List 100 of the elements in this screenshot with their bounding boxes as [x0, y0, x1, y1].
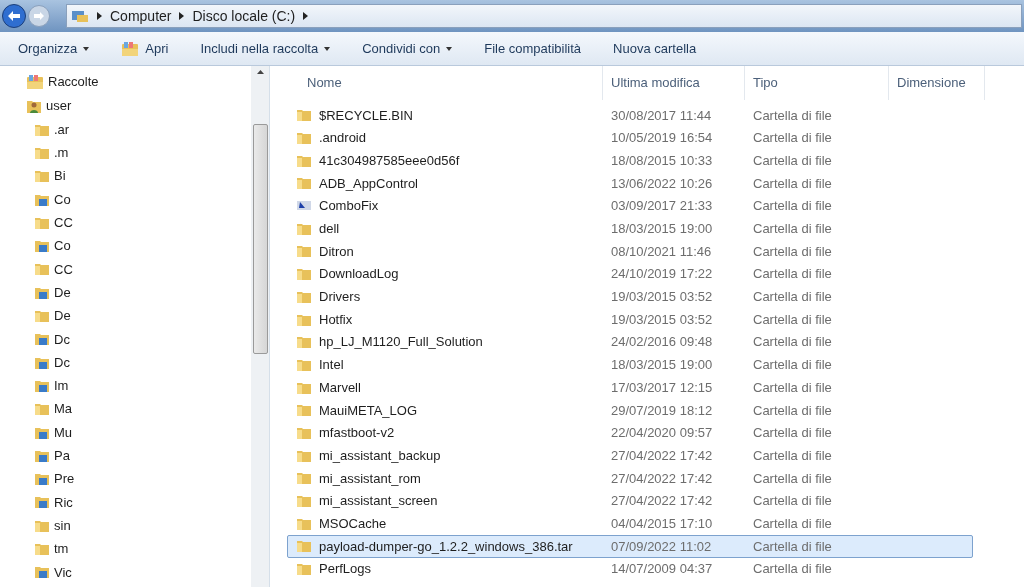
caret-icon: [83, 46, 90, 51]
nav-item[interactable]: De: [26, 304, 251, 328]
nav-item[interactable]: Dc: [26, 327, 251, 351]
folder-icon: [296, 244, 312, 259]
nav-item[interactable]: Dc: [26, 350, 251, 375]
file-row[interactable]: $RECYCLE.BIN 30/08/2017 11:44 Cartella di file: [287, 104, 973, 127]
nav-item[interactable]: Mu: [26, 420, 251, 445]
file-row[interactable]: mi_assistant_backup 27/04/2022 17:42 Cartella di file: [287, 444, 973, 467]
file-row[interactable]: dell 18/03/2015 19:00 Cartella di file: [287, 217, 973, 241]
modified-date: 07/09/2022 11:02: [610, 537, 713, 556]
address-bar[interactable]: Computer Disco locale (C:): [66, 4, 1022, 28]
nav-item[interactable]: user: [26, 94, 251, 118]
file-name: 41c304987585eee0d56f: [319, 151, 460, 170]
breadcrumb[interactable]: Computer: [110, 5, 172, 27]
nav-item[interactable]: CC: [26, 257, 251, 282]
column-header[interactable]: Tipo: [745, 66, 889, 100]
file-row[interactable]: MauiMETA_LOG 29/07/2019 18:12 Cartella di file: [287, 398, 973, 422]
file-name: PerfLogs: [319, 560, 372, 579]
folder-icon: [296, 267, 312, 282]
file-row[interactable]: .android 10/05/2019 16:54 Cartella di file: [287, 126, 973, 150]
file-name: $RECYCLE.BIN: [319, 106, 413, 125]
special-folder-icon: [34, 285, 50, 300]
file-row[interactable]: Intel 18/03/2015 19:00 Cartella di file: [287, 353, 973, 377]
chevron-icon: [303, 12, 309, 20]
folder-icon: [296, 425, 312, 440]
toolbar-button[interactable]: Condividi con: [354, 34, 461, 63]
file-row[interactable]: Marvell 17/03/2017 12:15 Cartella di file: [287, 376, 973, 399]
file-type: Cartella di file: [752, 356, 833, 375]
column-header[interactable]: Nome: [287, 66, 603, 100]
modified-date: 29/07/2019 18:12: [610, 401, 714, 420]
file-name: DownloadLog: [319, 265, 399, 284]
scrollbar-thumb[interactable]: [252, 124, 268, 354]
nav-item[interactable]: .m: [26, 141, 251, 165]
toolbar-button[interactable]: Nuova cartella: [605, 34, 705, 63]
toolbar-button[interactable]: Apri: [113, 34, 177, 63]
file-name: mi_assistant_screen: [319, 492, 438, 511]
file-name: dell: [319, 220, 340, 239]
nav-item[interactable]: Co: [26, 187, 251, 212]
nav-item[interactable]: Vic: [26, 560, 251, 584]
folder-icon: [34, 262, 50, 277]
file-row[interactable]: ComboFix 03/09/2017 21:33 Cartella di file: [287, 194, 973, 218]
special-folder-icon: [34, 448, 50, 463]
folder-icon: [296, 108, 312, 123]
nav-item[interactable]: Bi: [26, 164, 251, 188]
nav-item[interactable]: De: [26, 281, 251, 305]
nav-item[interactable]: Ma: [26, 397, 251, 421]
file-name: Hotfix: [319, 310, 353, 329]
breadcrumb[interactable]: Disco locale (C:): [192, 5, 296, 27]
folder-icon: [296, 494, 312, 509]
nav-item[interactable]: tm: [26, 537, 251, 561]
file-name: MauiMETA_LOG: [319, 401, 417, 420]
file-row[interactable]: ADB_AppControl 13/06/2022 10:26 Cartella di file: [287, 172, 973, 195]
nav-item[interactable]: .ar: [26, 118, 251, 142]
chevron-icon: [179, 12, 185, 20]
file-name: Ditron: [319, 242, 354, 261]
file-type: Cartella di file: [752, 424, 833, 443]
nav-item[interactable]: CC: [26, 211, 251, 235]
folder-icon: [34, 518, 50, 533]
modified-date: 19/03/2015 03:52: [610, 310, 714, 329]
modified-date: 27/04/2022 17:42: [610, 469, 714, 488]
file-row[interactable]: 41c304987585eee0d56f 18/08/2015 10:33 Cartella di file: [287, 149, 973, 173]
column-header[interactable]: Dimensione: [889, 66, 985, 100]
modified-date: 17/03/2017 12:15: [610, 378, 714, 397]
file-row[interactable]: mi_assistant_screen 27/04/2022 17:42 Cartella di file: [287, 489, 973, 513]
file-type: Cartella di file: [752, 197, 833, 216]
file-name: mi_assistant_rom: [319, 469, 421, 488]
toolbar-button[interactable]: Includi nella raccolta: [192, 34, 339, 63]
back-arrow-icon: [8, 11, 20, 21]
toolbar-button[interactable]: Organizza: [10, 34, 98, 63]
column-header[interactable]: Ultima modifica: [603, 66, 745, 100]
nav-item[interactable]: Ric: [26, 490, 251, 515]
scrollbar[interactable]: [251, 66, 269, 587]
back-button[interactable]: [2, 4, 26, 28]
nav-item[interactable]: Pa: [26, 444, 251, 468]
forward-arrow-icon: [34, 12, 44, 20]
file-type: Cartella di file: [752, 242, 833, 261]
file-row[interactable]: mi_assistant_rom 27/04/2022 17:42 Cartella di file: [287, 467, 973, 490]
toolbar-button[interactable]: File compatibilità: [476, 34, 590, 63]
file-row[interactable]: Hotfix 19/03/2015 03:52 Cartella di file: [287, 308, 973, 331]
folder-icon: [296, 403, 312, 418]
file-row[interactable]: Drivers 19/03/2015 03:52 Cartella di file: [287, 285, 973, 309]
nav-item[interactable]: Co: [26, 234, 251, 258]
folder-icon: [34, 215, 50, 230]
file-row[interactable]: mfastboot-v2 22/04/2020 09:57 Cartella di file: [287, 421, 973, 445]
file-type: Cartella di file: [752, 129, 833, 148]
modified-date: 24/10/2019 17:22: [610, 265, 714, 284]
nav-item[interactable]: Raccolte: [26, 70, 251, 94]
file-row[interactable]: payload-dumper-go_1.2.2_windows_386.tar 07/09/2022 11:02 Cartella di file: [287, 535, 973, 558]
file-row[interactable]: MSOCache 04/04/2015 17:10 Cartella di file: [287, 512, 973, 536]
file-type: Cartella di file: [752, 174, 833, 193]
file-row[interactable]: DownloadLog 24/10/2019 17:22 Cartella di file: [287, 262, 973, 286]
nav-item[interactable]: Pre: [26, 467, 251, 491]
file-row[interactable]: hp_LJ_M1120_Full_Solution 24/02/2016 09:48 Cartella di file: [287, 330, 973, 354]
file-row[interactable]: Ditron 08/10/2021 11:46 Cartella di file: [287, 240, 973, 263]
file-type: Cartella di file: [752, 265, 833, 284]
nav-item[interactable]: sin: [26, 514, 251, 538]
nav-item[interactable]: Im: [26, 374, 251, 398]
modified-date: 04/04/2015 17:10: [610, 514, 714, 533]
file-row[interactable]: PerfLogs 14/07/2009 04:37 Cartella di file: [287, 557, 973, 581]
modified-date: 18/08/2015 10:33: [610, 151, 714, 170]
